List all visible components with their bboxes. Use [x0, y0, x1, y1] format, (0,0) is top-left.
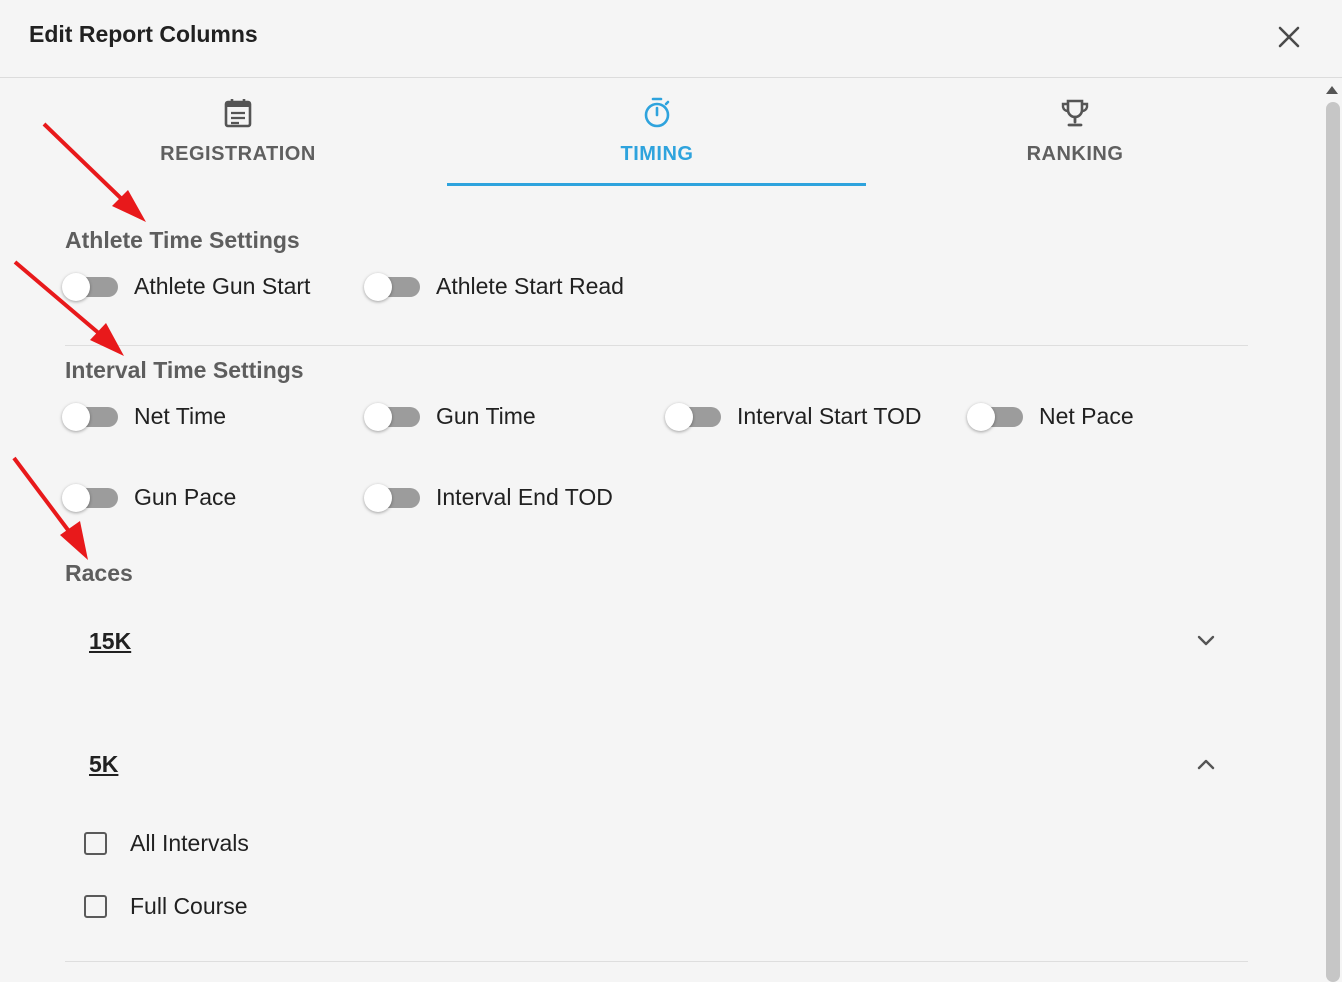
toggle-label: Interval End TOD: [436, 484, 613, 510]
tab-timing-label: TIMING: [620, 143, 694, 165]
tab-ranking-label: RANKING: [1026, 143, 1124, 165]
toggle-knob: [62, 484, 90, 512]
calendar-note-icon: [224, 99, 252, 128]
toggle-interval-start-tod[interactable]: Interval Start TOD: [665, 396, 945, 436]
toggle-label: Gun Time: [436, 403, 536, 429]
race-15k-title[interactable]: 15K: [89, 628, 131, 655]
dialog-title: Edit Report Columns: [29, 21, 258, 47]
toggle-label: Net Pace: [1039, 403, 1134, 429]
tab-ranking[interactable]: RANKING: [865, 82, 1285, 186]
tab-registration-label: REGISTRATION: [160, 143, 316, 165]
toggle-interval-end-tod[interactable]: Interval End TOD: [364, 477, 644, 517]
toggle-gun-pace[interactable]: Gun Pace: [62, 477, 312, 517]
toggle-label: Athlete Gun Start: [134, 273, 311, 299]
toggle-knob: [364, 273, 392, 301]
checkbox-box: [84, 832, 107, 855]
scroll-thumb[interactable]: [1326, 102, 1340, 982]
race-5k-title[interactable]: 5K: [89, 751, 118, 778]
toggle-athlete-start-read[interactable]: Athlete Start Read: [364, 266, 654, 306]
toggle-knob: [665, 403, 693, 431]
scroll-up-arrow[interactable]: [1326, 86, 1338, 94]
checkbox-label: All Intervals: [130, 830, 249, 856]
stopwatch-icon: [644, 97, 670, 128]
section-divider: [65, 961, 1248, 962]
tab-timing[interactable]: TIMING: [447, 82, 867, 186]
toggle-label: Athlete Start Read: [436, 273, 624, 299]
chevron-down-icon[interactable]: [1192, 627, 1220, 655]
checkbox-box: [84, 895, 107, 918]
toggle-label: Interval Start TOD: [737, 403, 922, 429]
races-title: Races: [65, 560, 133, 586]
active-tab-indicator: [447, 183, 866, 186]
close-icon: [1278, 26, 1300, 48]
checkbox-label: Full Course: [130, 893, 248, 919]
tab-registration[interactable]: REGISTRATION: [28, 82, 448, 186]
checkbox-full-course[interactable]: Full Course: [84, 893, 284, 923]
toggle-knob: [62, 273, 90, 301]
toggle-gun-time[interactable]: Gun Time: [364, 396, 614, 436]
interval-time-settings-title: Interval Time Settings: [65, 357, 304, 383]
toggle-athlete-gun-start[interactable]: Athlete Gun Start: [62, 266, 342, 306]
close-button[interactable]: [1272, 20, 1306, 54]
toggle-knob: [364, 403, 392, 431]
toggle-net-time[interactable]: Net Time: [62, 396, 312, 436]
dialog-header: Edit Report Columns: [0, 0, 1342, 78]
toggle-label: Net Time: [134, 403, 227, 429]
section-divider: [65, 345, 1248, 346]
toggle-knob: [62, 403, 90, 431]
trophy-icon: [1061, 99, 1089, 127]
chevron-up-icon[interactable]: [1192, 750, 1220, 778]
toggle-net-pace[interactable]: Net Pace: [967, 396, 1217, 436]
toggle-knob: [967, 403, 995, 431]
toggle-label: Gun Pace: [134, 484, 237, 510]
athlete-time-settings-title: Athlete Time Settings: [65, 227, 300, 253]
vertical-scrollbar[interactable]: [1322, 82, 1342, 982]
checkbox-all-intervals[interactable]: All Intervals: [84, 830, 284, 860]
toggle-knob: [364, 484, 392, 512]
